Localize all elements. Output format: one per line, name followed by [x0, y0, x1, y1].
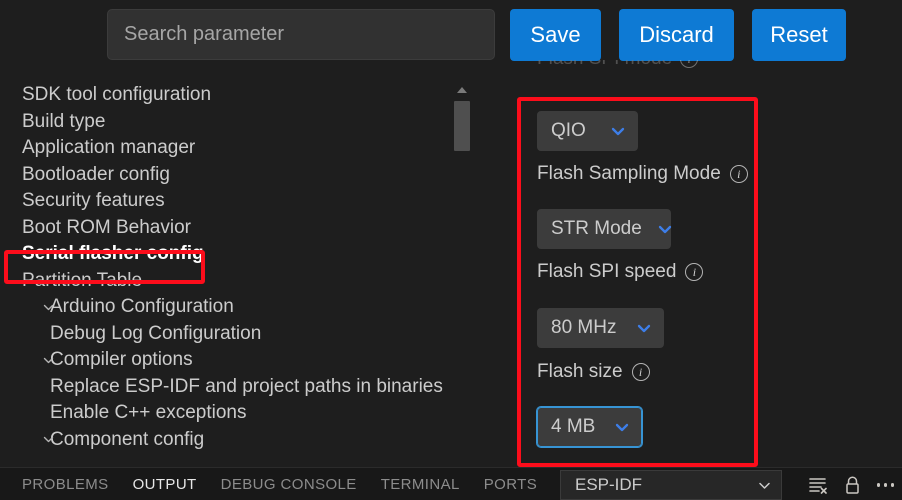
- scrollbar-thumb[interactable]: [454, 101, 470, 151]
- sidebar-item-label: Replace ESP-IDF and project paths in bin…: [50, 375, 443, 397]
- sidebar-item-partition-table[interactable]: Partition Table: [0, 268, 500, 295]
- sidebar-item-component-config[interactable]: Component config: [0, 427, 500, 454]
- chevron-down-icon: [656, 220, 674, 238]
- sidebar-item-label: Enable C++ exceptions: [50, 402, 247, 424]
- search-input[interactable]: [124, 23, 478, 46]
- flash-size-value: 4 MB: [551, 416, 596, 437]
- sidebar-item-debug-log-configuration[interactable]: Debug Log Configuration: [0, 321, 500, 348]
- sidebar-item-label: Arduino Configuration: [50, 296, 234, 318]
- flash-sampling-mode-value: STR Mode: [551, 218, 642, 239]
- parameter-tree[interactable]: SDK tool configuration Build type Applicat…: [0, 82, 500, 467]
- sidebar-item-label: Build type: [22, 110, 106, 132]
- tab-output[interactable]: OUTPUT: [121, 468, 209, 500]
- sidebar-item-arduino-configuration[interactable]: Arduino Configuration: [0, 294, 500, 321]
- sidebar-item-label: Serial flasher config: [22, 243, 204, 265]
- flash-size-label: Flash size i: [537, 361, 650, 383]
- flash-spi-speed-select[interactable]: 80 MHz: [537, 308, 664, 348]
- search-parameter-box[interactable]: [107, 9, 495, 60]
- info-icon[interactable]: i: [680, 60, 699, 68]
- vscode-window: Save Discard Reset SDK tool configuratio…: [0, 0, 902, 500]
- tab-problems[interactable]: PROBLEMS: [10, 468, 121, 500]
- tab-terminal[interactable]: TERMINAL: [369, 468, 472, 500]
- flash-size-label-text: Flash size: [537, 361, 623, 382]
- flash-sampling-mode-label-text: Flash Sampling Mode: [537, 163, 721, 184]
- sidebar-item-label: Bootloader config: [22, 163, 170, 185]
- sidebar-item-serial-flasher-config[interactable]: Serial flasher config: [0, 241, 500, 268]
- tab-label: OUTPUT: [132, 475, 197, 493]
- scroll-up-arrow-icon[interactable]: [455, 85, 469, 95]
- sidebar-item-label: Component config: [50, 428, 205, 450]
- output-channel-select[interactable]: ESP-IDF: [560, 470, 782, 500]
- tab-label: DEBUG CONSOLE: [220, 475, 357, 493]
- info-icon[interactable]: i: [631, 363, 650, 381]
- info-icon[interactable]: i: [729, 165, 748, 183]
- tab-ports[interactable]: PORTS: [472, 468, 549, 500]
- info-icon[interactable]: i: [685, 263, 704, 281]
- flash-spi-mode-select[interactable]: QIO: [537, 111, 638, 151]
- flash-sampling-mode-select[interactable]: STR Mode: [537, 209, 671, 249]
- flash-spi-mode-value: QIO: [551, 120, 586, 141]
- lock-icon[interactable]: [844, 475, 861, 495]
- more-actions-icon[interactable]: [876, 483, 894, 487]
- settings-panel: Flash SPI mode i QIO Flash Sampling Mode…: [505, 60, 902, 467]
- output-channel-value: ESP-IDF: [575, 475, 643, 494]
- chevron-down-icon[interactable]: [40, 299, 56, 315]
- chevron-down-icon: [613, 418, 631, 436]
- sidebar-item-label: Compiler options: [50, 349, 193, 371]
- sidebar-item-label: Application manager: [22, 137, 196, 159]
- flash-spi-speed-value: 80 MHz: [551, 317, 617, 338]
- sidebar-item-label: SDK tool configuration: [22, 84, 212, 106]
- clear-output-icon[interactable]: [808, 476, 828, 494]
- flash-size-select[interactable]: 4 MB: [536, 406, 643, 448]
- tab-label: TERMINAL: [380, 475, 460, 493]
- tab-debug-console[interactable]: DEBUG CONSOLE: [209, 468, 369, 500]
- chevron-down-icon: [609, 122, 627, 140]
- sidebar-item-build-type[interactable]: Build type: [0, 109, 500, 136]
- chevron-down-icon: [635, 319, 653, 337]
- sidebar-item-label: Boot ROM Behavior: [22, 216, 191, 238]
- tab-label: PORTS: [483, 475, 538, 493]
- flash-spi-mode-label-text: Flash SPI mode: [537, 60, 672, 70]
- tree-scrollbar[interactable]: [452, 82, 472, 467]
- sidebar-item-enable-c-exceptions[interactable]: Enable C++ exceptions: [0, 400, 500, 427]
- bottom-panel-actions: [808, 470, 894, 500]
- sidebar-item-replace-esp-idf-and-project-paths-in-binaries[interactable]: Replace ESP-IDF and project paths in bin…: [0, 374, 500, 401]
- sidebar-item-compiler-options[interactable]: Compiler options: [0, 347, 500, 374]
- discard-button[interactable]: Discard: [619, 9, 734, 61]
- flash-spi-speed-label: Flash SPI speed i: [537, 261, 704, 283]
- flash-spi-speed-label-text: Flash SPI speed: [537, 261, 677, 282]
- sidebar-item-bootloader-config[interactable]: Bootloader config: [0, 162, 500, 189]
- sidebar-item-label: Security features: [22, 190, 165, 212]
- sidebar-item-label: Partition Table: [22, 269, 143, 291]
- sidebar-item-sdk-tool-configuration[interactable]: SDK tool configuration: [0, 82, 500, 109]
- reset-button[interactable]: Reset: [752, 9, 846, 61]
- tab-label: PROBLEMS: [22, 475, 109, 493]
- sidebar-item-application-manager[interactable]: Application manager: [0, 135, 500, 162]
- sidebar-item-label: Debug Log Configuration: [50, 322, 262, 344]
- chevron-down-icon: [756, 477, 773, 494]
- save-button[interactable]: Save: [510, 9, 601, 61]
- flash-spi-mode-label-clipped: Flash SPI mode i: [537, 60, 699, 70]
- flash-sampling-mode-label: Flash Sampling Mode i: [537, 163, 748, 185]
- chevron-down-icon[interactable]: [40, 432, 56, 448]
- chevron-down-icon[interactable]: [40, 352, 56, 368]
- sidebar-item-security-features[interactable]: Security features: [0, 188, 500, 215]
- sidebar-item-boot-rom-behavior[interactable]: Boot ROM Behavior: [0, 215, 500, 242]
